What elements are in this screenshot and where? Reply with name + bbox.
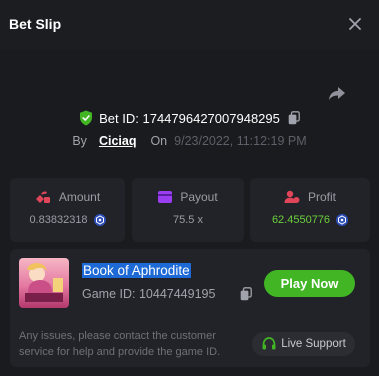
headset-icon	[262, 337, 276, 350]
bet-id-row: Bet ID: 1744796427007948295	[0, 108, 379, 128]
live-support-button[interactable]: Live Support	[252, 332, 355, 356]
verified-shield-icon	[80, 110, 93, 126]
close-icon[interactable]	[348, 17, 362, 31]
on-label: On	[150, 134, 168, 148]
modal-title: Bet Slip	[9, 16, 62, 32]
profit-label: Profit	[307, 190, 336, 204]
payout-label: Payout	[180, 190, 218, 204]
payout-value: 75.5 x	[173, 214, 203, 226]
copy-icon[interactable]	[240, 287, 252, 301]
game-name[interactable]: Book of Aphrodite	[82, 263, 191, 278]
game-thumbnail[interactable]	[19, 258, 69, 308]
bet-meta-row: By Ciciaq On 9/23/2022, 11:12:19 PM	[0, 132, 379, 150]
amount-value: 0.83832318	[29, 214, 88, 226]
by-label: By	[72, 134, 87, 148]
payout-icon	[158, 191, 173, 203]
play-now-button[interactable]: Play Now	[264, 270, 355, 297]
profit-value: 62.4550776	[271, 214, 331, 226]
coin-icon	[93, 214, 106, 226]
game-card: Book of Aphrodite Game ID: 10447449195 P…	[10, 249, 370, 367]
game-id: Game ID: 10447449195	[82, 287, 216, 301]
support-notice: Any issues, please contact the customer …	[19, 330, 221, 358]
profit-card: Profit 62.4550776	[250, 178, 370, 242]
bet-id: Bet ID: 1744796427007948295	[99, 110, 280, 126]
profit-icon	[284, 190, 300, 203]
share-icon[interactable]	[327, 83, 347, 103]
bet-date: 9/23/2022, 11:12:19 PM	[174, 134, 307, 148]
header-bar: Bet Slip	[0, 0, 379, 50]
payout-card: Payout 75.5 x	[132, 178, 244, 242]
copy-icon[interactable]	[288, 111, 300, 125]
amount-icon	[35, 191, 50, 203]
amount-label: Amount	[58, 190, 101, 204]
coin-icon	[336, 214, 349, 226]
username-link[interactable]: Ciciaq	[99, 134, 137, 148]
live-support-label: Live Support	[281, 338, 346, 350]
amount-card: Amount 0.83832318	[10, 178, 125, 242]
